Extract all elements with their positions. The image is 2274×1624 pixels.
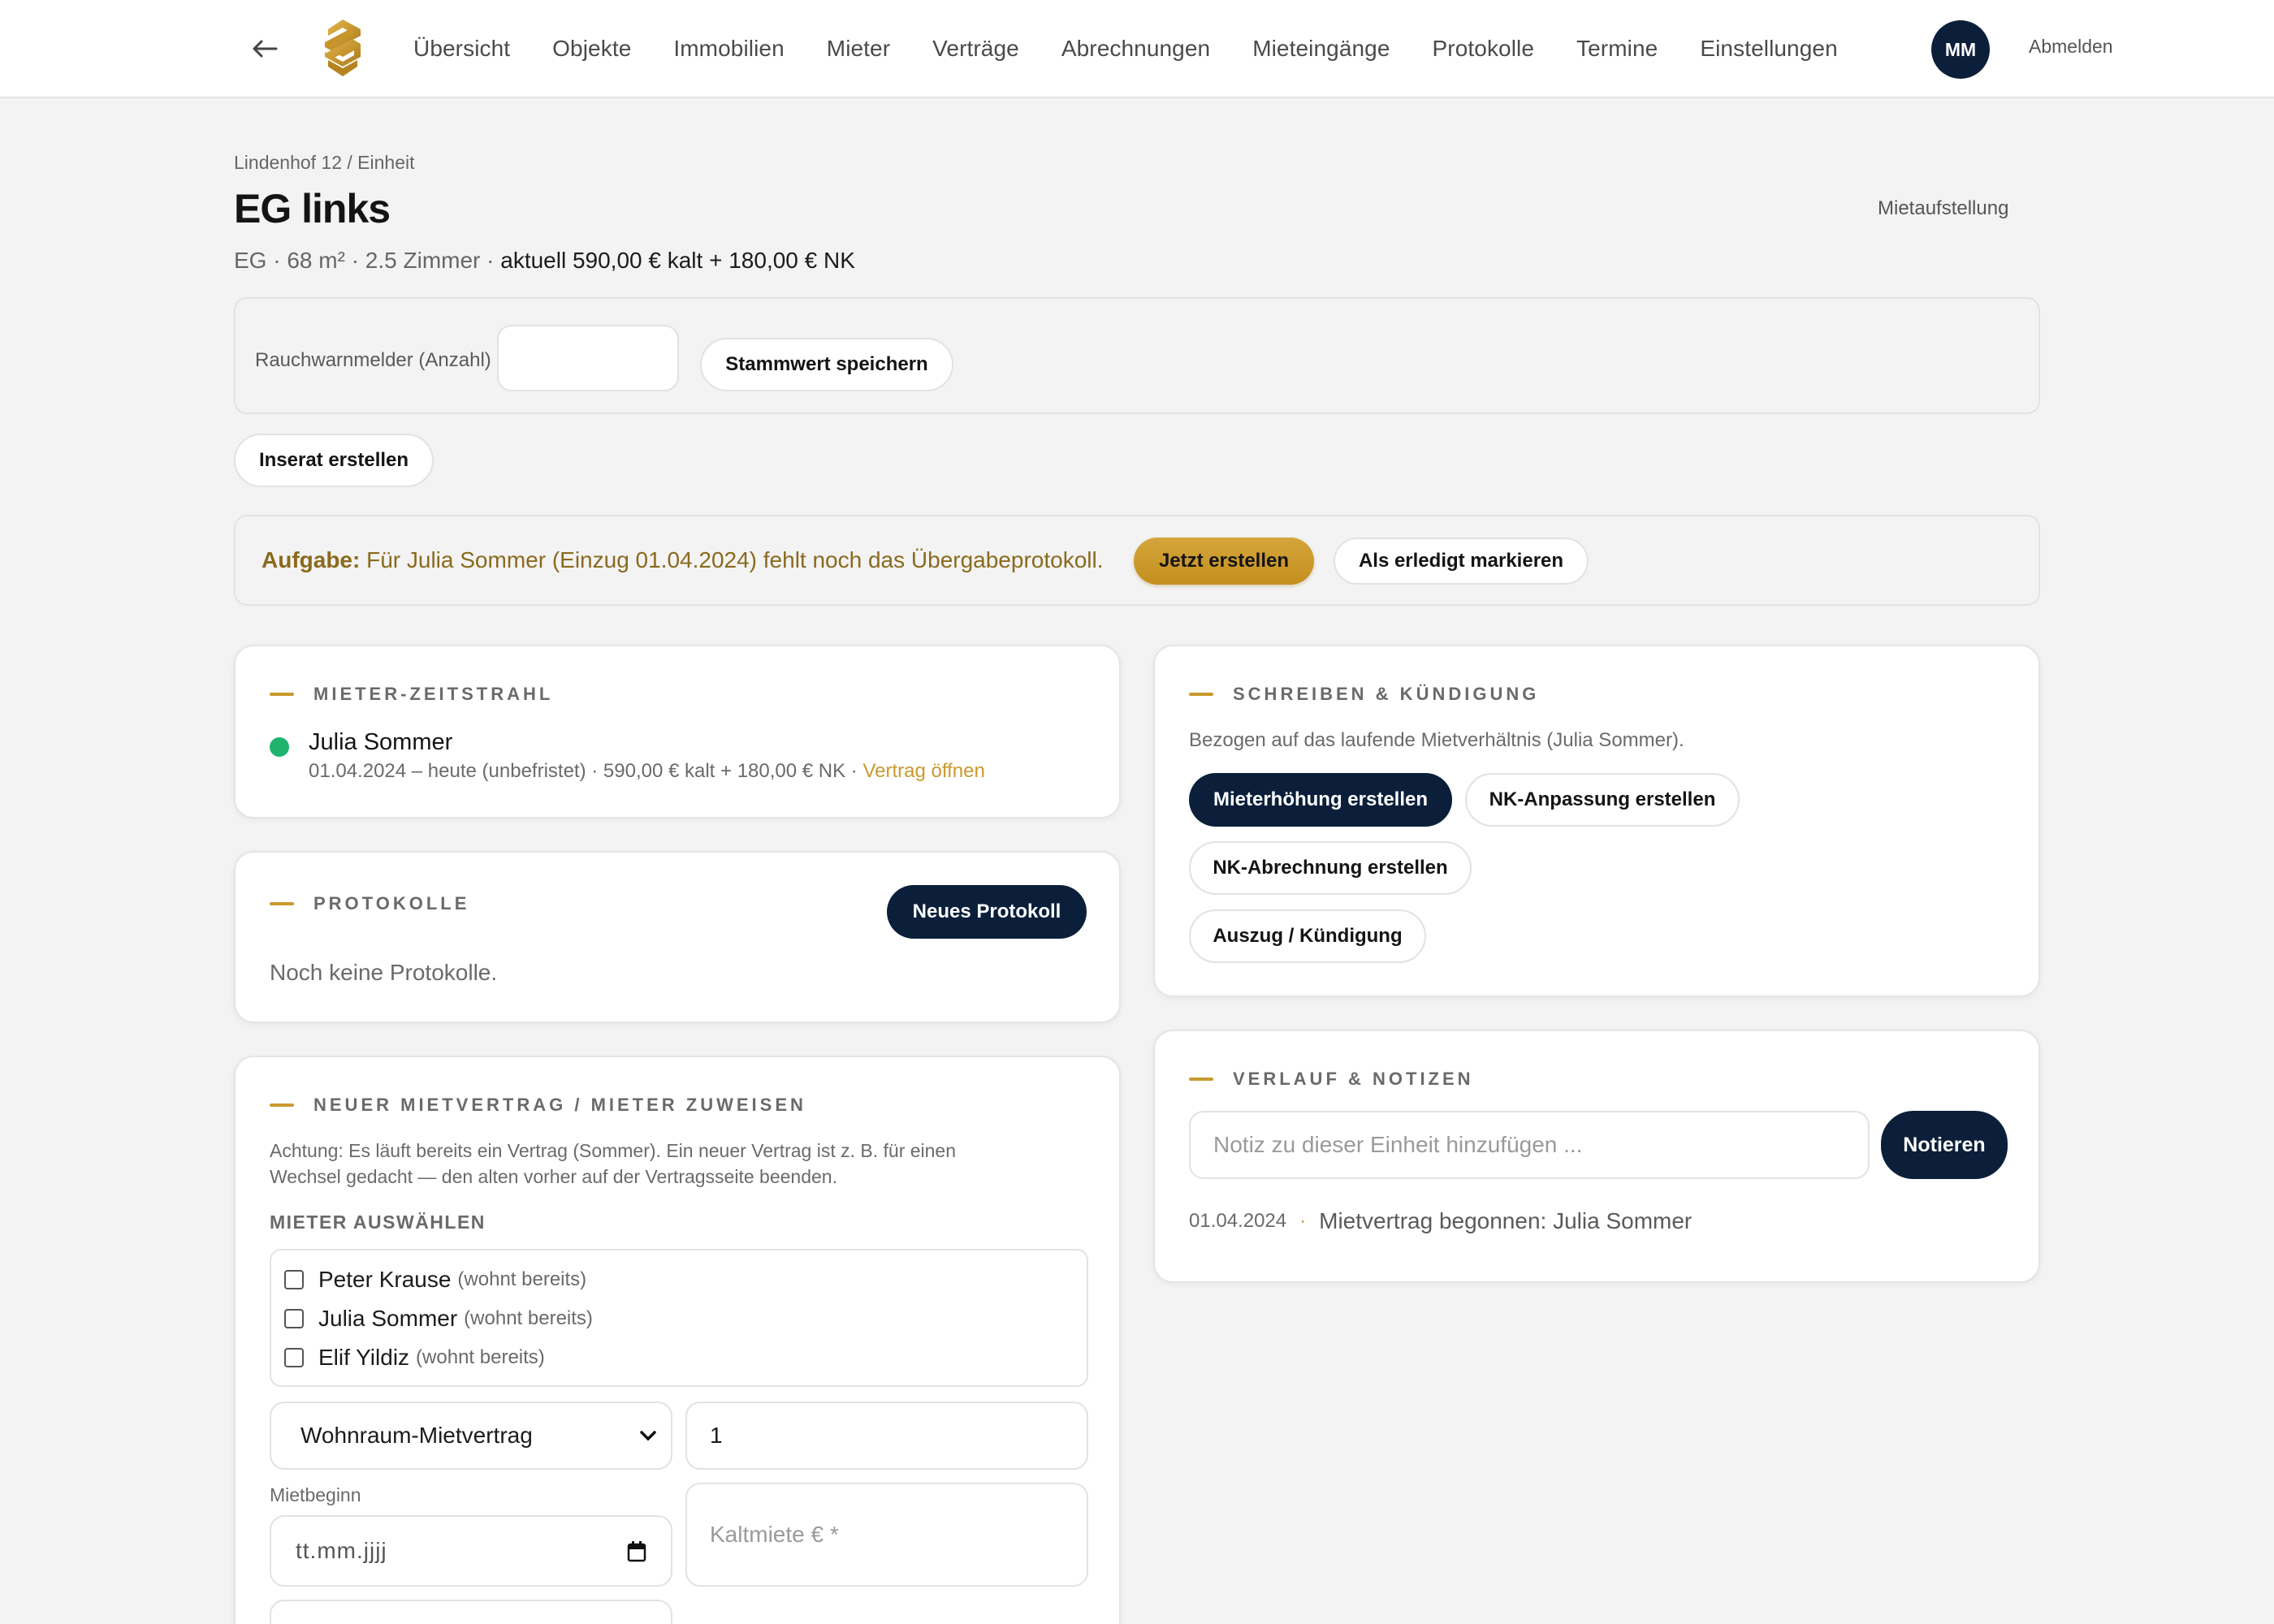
main-nav: Übersicht Objekte Immobilien Mieter Vert…: [413, 0, 1880, 97]
base-rent-input[interactable]: Kaltmiete € *: [685, 1483, 1088, 1587]
nav-immobilien[interactable]: Immobilien: [673, 36, 784, 62]
nav-vertraege[interactable]: Verträge: [932, 36, 1019, 62]
history-entry-date: 01.04.2024: [1189, 1210, 1287, 1232]
nav-mieter[interactable]: Mieter: [827, 36, 890, 62]
status-dot-icon: [270, 737, 289, 757]
letters-heading-text: SCHREIBEN & KÜNDIGUNG: [1233, 684, 1540, 704]
note-placeholder: Notiz zu dieser Einheit hinzufügen ...: [1213, 1132, 1583, 1157]
nav-abrechnungen[interactable]: Abrechnungen: [1061, 36, 1210, 62]
contract-count-input[interactable]: 1: [685, 1402, 1088, 1470]
breadcrumb[interactable]: Lindenhof 12 / Einheit: [234, 152, 415, 174]
tenant-option-name: Elif Yildiz: [318, 1345, 410, 1370]
task-message: Für Julia Sommer (Einzug 01.04.2024) feh…: [360, 547, 1104, 572]
logout-link[interactable]: Abmelden: [2029, 36, 2113, 58]
note-input[interactable]: Notiz zu dieser Einheit hinzufügen ...: [1189, 1111, 1870, 1179]
tenant-option: Peter Krause (wohnt bereits): [284, 1267, 586, 1293]
nk-statement-button[interactable]: NK-Abrechnung erstellen: [1189, 841, 1472, 895]
nav-mieteingaenge[interactable]: Mieteingänge: [1252, 36, 1390, 62]
tenant-option-name: Julia Sommer: [318, 1306, 458, 1331]
task-text: Aufgabe: Für Julia Sommer (Einzug 01.04.…: [262, 547, 1104, 573]
rent-start-label: Mietbeginn: [270, 1484, 361, 1505]
termination-button[interactable]: Auszug / Kündigung: [1189, 909, 1426, 963]
tenant-option-note: (wohnt bereits): [457, 1268, 587, 1290]
timeline-details-text: 01.04.2024 – heute (unbefristet) · 590,0…: [309, 760, 863, 782]
letters-heading: SCHREIBEN & KÜNDIGUNG: [1189, 684, 1539, 705]
tenant-timeline-card: MIETER-ZEITSTRAHL Julia Sommer 01.04.202…: [234, 645, 1121, 818]
heading-accent: [270, 693, 294, 696]
nav-einstellungen[interactable]: Einstellungen: [1700, 36, 1837, 62]
tenant-option-note: (wohnt bereits): [416, 1346, 545, 1368]
rent-start-date-input[interactable]: tt.mm.jjjj: [270, 1515, 672, 1587]
protocols-card: PROTOKOLLE Neues Protokoll Noch keine Pr…: [234, 851, 1121, 1023]
tenant-checkbox[interactable]: [284, 1348, 304, 1367]
open-contract-link[interactable]: Vertrag öffnen: [862, 760, 984, 782]
new-contract-card: NEUER MIETVERTRAG / MIETER ZUWEISEN Acht…: [234, 1056, 1121, 1624]
tenant-option: Julia Sommer (wohnt bereits): [284, 1306, 593, 1332]
task-create-button[interactable]: Jetzt erstellen: [1134, 538, 1314, 585]
mietaufstellung-link[interactable]: Mietaufstellung: [1878, 197, 2008, 220]
note-submit-button[interactable]: Notieren: [1881, 1111, 2008, 1179]
rauchwarnmelder-input[interactable]: [497, 325, 679, 391]
tenant-option-name: Peter Krause: [318, 1267, 452, 1292]
timeline-heading-text: MIETER-ZEITSTRAHL: [313, 684, 554, 704]
base-rent-placeholder: Kaltmiete € *: [710, 1522, 839, 1547]
current-rent: aktuell 590,00 € kalt + 180,00 € NK: [500, 248, 855, 273]
nav-termine[interactable]: Termine: [1576, 36, 1658, 62]
task-prefix: Aufgabe:: [262, 547, 361, 572]
tenant-checkbox[interactable]: [284, 1270, 304, 1289]
rauchwarnmelder-label: Rauchwarnmelder (Anzahl): [255, 349, 491, 371]
new-protocol-button[interactable]: Neues Protokoll: [887, 885, 1087, 939]
tenant-checkbox[interactable]: [284, 1309, 304, 1328]
history-entry: 01.04.2024 · Mietvertrag begonnen: Julia…: [1189, 1208, 1692, 1234]
top-navigation-bar: Übersicht Objekte Immobilien Mieter Vert…: [0, 0, 2274, 98]
stammwert-panel: Rauchwarnmelder (Anzahl) Stammwert speic…: [234, 297, 2040, 414]
protocols-heading: PROTOKOLLE: [270, 893, 469, 914]
calendar-icon[interactable]: [627, 1541, 646, 1562]
contract-warning-line1: Achtung: Es läuft bereits ein Vertrag (S…: [270, 1140, 957, 1161]
task-banner: Aufgabe: Für Julia Sommer (Einzug 01.04.…: [234, 515, 2040, 606]
protocols-empty-text: Noch keine Protokolle.: [270, 960, 498, 985]
rent-start-placeholder: tt.mm.jjjj: [296, 1538, 387, 1563]
letters-subtitle: Bezogen auf das laufende Mietverhältnis …: [1189, 729, 1684, 751]
back-arrow-icon[interactable]: [249, 32, 281, 65]
heading-accent: [1189, 693, 1213, 696]
history-heading-text: VERLAUF & NOTIZEN: [1233, 1069, 1474, 1089]
heading-accent: [270, 902, 294, 905]
timeline-tenant-name: Julia Sommer: [309, 729, 453, 755]
brand-logo[interactable]: [322, 18, 364, 78]
heading-accent: [270, 1104, 294, 1107]
new-contract-heading-text: NEUER MIETVERTRAG / MIETER ZUWEISEN: [313, 1095, 806, 1115]
tenant-option-note: (wohnt bereits): [464, 1307, 593, 1329]
timeline-heading: MIETER-ZEITSTRAHL: [270, 684, 553, 705]
nav-protokolle[interactable]: Protokolle: [1433, 36, 1535, 62]
inserat-create-button[interactable]: Inserat erstellen: [234, 434, 434, 487]
tenant-option: Elif Yildiz (wohnt bereits): [284, 1345, 545, 1371]
history-card: VERLAUF & NOTIZEN Notiz zu dieser Einhei…: [1153, 1030, 2040, 1283]
task-done-button[interactable]: Als erledigt markieren: [1334, 538, 1589, 585]
new-contract-heading: NEUER MIETVERTRAG / MIETER ZUWEISEN: [270, 1095, 806, 1116]
contract-warning-line2: Wechsel gedacht — den alten vorher auf d…: [270, 1166, 837, 1187]
stammwert-save-button[interactable]: Stammwert speichern: [700, 338, 953, 391]
contract-type-value: Wohnraum-Mietvertrag: [300, 1423, 533, 1448]
timeline-entry-details: 01.04.2024 – heute (unbefristet) · 590,0…: [309, 760, 985, 783]
rent-increase-button[interactable]: Mieterhöhung erstellen: [1189, 773, 1452, 827]
nav-uebersicht[interactable]: Übersicht: [413, 36, 510, 62]
chevron-down-icon: [640, 1431, 656, 1441]
user-avatar[interactable]: MM: [1931, 20, 1990, 79]
protocols-heading-text: PROTOKOLLE: [313, 893, 470, 914]
nk-adjustment-button[interactable]: NK-Anpassung erstellen: [1465, 773, 1740, 827]
history-heading: VERLAUF & NOTIZEN: [1189, 1069, 1474, 1090]
next-field-input[interactable]: [270, 1600, 672, 1624]
letters-card: SCHREIBEN & KÜNDIGUNG Bezogen auf das la…: [1153, 645, 2040, 997]
contract-type-select[interactable]: Wohnraum-Mietvertrag: [270, 1402, 672, 1470]
page-title: EG links: [234, 186, 391, 231]
nav-objekte[interactable]: Objekte: [552, 36, 631, 62]
unit-summary: EG · 68 m² · 2.5 Zimmer · aktuell 590,00…: [234, 248, 855, 274]
history-entry-dot: ·: [1299, 1210, 1307, 1232]
unit-facts: EG · 68 m² · 2.5 Zimmer ·: [234, 248, 501, 273]
history-entry-text: Mietvertrag begonnen: Julia Sommer: [1319, 1208, 1693, 1233]
select-tenants-label: MIETER AUSWÄHLEN: [270, 1212, 486, 1233]
heading-accent: [1189, 1078, 1213, 1081]
tenant-checklist: Peter Krause (wohnt bereits) Julia Somme…: [270, 1249, 1088, 1387]
